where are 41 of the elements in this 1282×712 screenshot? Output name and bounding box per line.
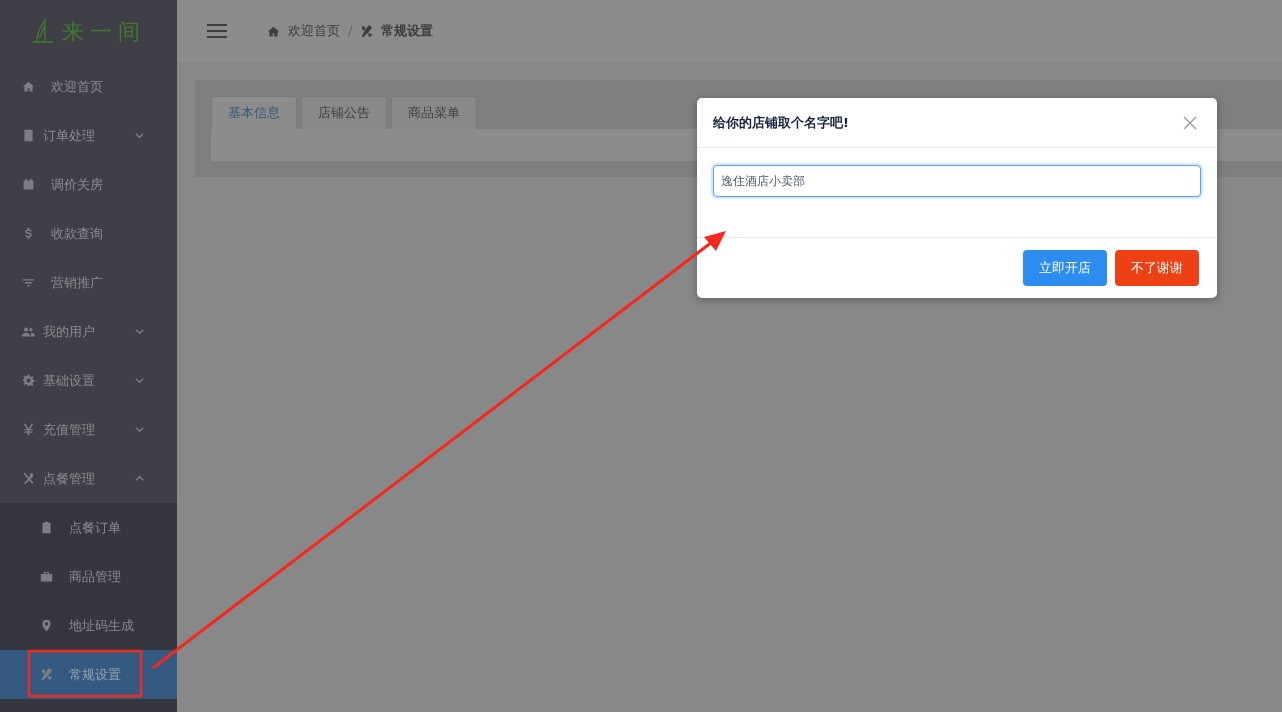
menu-icon[interactable] [207, 23, 227, 39]
tab[interactable]: 基本信息 [211, 96, 297, 129]
briefcase-icon [40, 570, 53, 583]
sail-logo-icon [31, 18, 54, 44]
sidebar-item[interactable]: 商品管理 [0, 552, 177, 601]
sidebar-item[interactable]: 点餐订单 [0, 503, 177, 552]
dollar-icon [22, 227, 35, 240]
tab[interactable]: 店铺公告 [301, 96, 387, 129]
dialog-title: 给你的店铺取个名字吧! [713, 113, 849, 132]
utensils-icon [22, 472, 35, 485]
gear-icon [22, 374, 35, 387]
tools-icon [40, 668, 53, 681]
sidebar-item[interactable]: 基础设置 [0, 356, 177, 405]
sidebar-item[interactable]: 常规设置 [0, 650, 177, 699]
yen-icon [22, 423, 35, 436]
sidebar-item[interactable]: 点餐管理 [0, 454, 177, 503]
document-icon [22, 129, 35, 142]
breadcrumb-separator: / [348, 22, 353, 41]
sidebar-item[interactable]: 收款查询 [0, 209, 177, 258]
sidebar-item[interactable]: 营销推广 [0, 258, 177, 307]
sidebar-item[interactable]: 欢迎首页 [0, 62, 177, 111]
sidebar-item[interactable]: 调价关房 [0, 160, 177, 209]
close-icon[interactable] [1183, 115, 1197, 130]
home-icon [22, 80, 35, 93]
pin-icon [40, 619, 53, 632]
sidebar-item[interactable]: 我的用户 [0, 307, 177, 356]
tab[interactable]: 商品菜单 [391, 96, 477, 129]
clipboard-icon [40, 521, 53, 534]
users-icon [22, 325, 35, 338]
filter-icon [22, 276, 35, 289]
shop-name-input[interactable]: 逸住酒店小卖部 [713, 165, 1201, 197]
sidebar-item[interactable]: 充值管理 [0, 405, 177, 454]
sidebar-item[interactable]: 地址码生成 [0, 601, 177, 650]
decline-button[interactable]: 不了谢谢 [1115, 250, 1199, 286]
breadcrumb-link[interactable]: 欢迎首页 [288, 21, 340, 41]
open-shop-button[interactable]: 立即开店 [1023, 250, 1107, 286]
calendar-icon [22, 178, 35, 191]
sidebar-item[interactable]: 订单处理 [0, 111, 177, 160]
home-icon [267, 24, 280, 38]
tools-icon [360, 24, 374, 38]
logo-text: 来一间 [61, 17, 146, 46]
